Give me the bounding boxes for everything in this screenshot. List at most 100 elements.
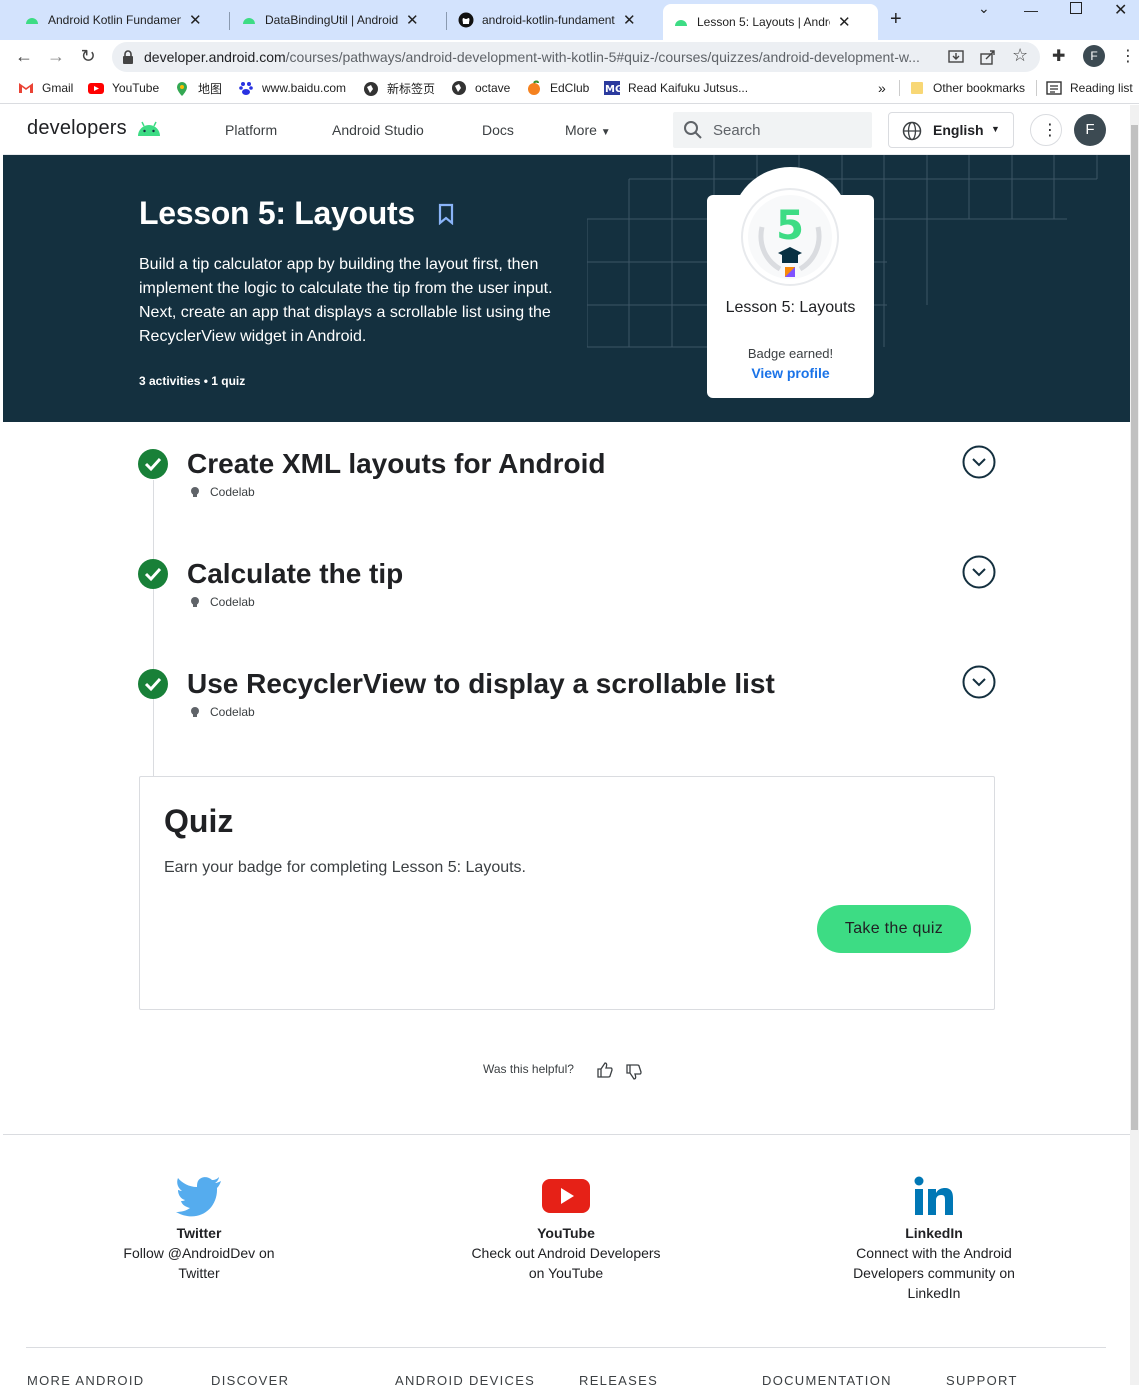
bookmark-label: Gmail xyxy=(42,81,74,95)
lesson-hero: Lesson 5: Layouts Build a tip calculator… xyxy=(3,155,1130,422)
new-tab-button[interactable]: + xyxy=(890,8,902,31)
bookmark-edclub[interactable]: EdClub xyxy=(526,80,589,96)
lock-icon xyxy=(123,50,133,64)
tab-lesson-5-layouts[interactable]: Lesson 5: Layouts | Android Developers ✕ xyxy=(663,4,878,40)
bookmark-label: 新标签页 xyxy=(387,82,436,96)
close-icon[interactable]: ✕ xyxy=(406,11,419,29)
minimize-button[interactable]: — xyxy=(1024,2,1038,24)
profile-avatar[interactable]: F xyxy=(1083,45,1105,67)
thumb-up-icon[interactable] xyxy=(596,1061,614,1079)
browser-menu-icon[interactable]: ⋮ xyxy=(1120,46,1136,66)
folder-icon xyxy=(911,82,923,94)
search-input[interactable]: Search xyxy=(673,112,872,148)
check-circle-icon xyxy=(138,559,168,589)
twitter-icon xyxy=(176,1177,221,1217)
social-name: Twitter xyxy=(176,1225,222,1241)
reading-list[interactable]: Reading list xyxy=(1046,80,1133,96)
expand-icon[interactable] xyxy=(962,445,996,479)
nav-platform[interactable]: Platform xyxy=(225,122,277,138)
lesson-badge: 5 xyxy=(741,188,839,286)
social-twitter[interactable]: Twitter Follow @AndroidDev on Twitter xyxy=(99,1175,299,1283)
bookmark-youtube[interactable]: YouTube xyxy=(88,80,159,96)
bookmark-maps[interactable]: 地图 xyxy=(174,80,222,97)
activity-type-label: Codelab xyxy=(210,595,255,609)
toolbar: ← → ↻ developer.android.com/courses/path… xyxy=(0,40,1139,72)
lesson-description: Build a tip calculator app by building t… xyxy=(139,256,553,345)
view-profile-link[interactable]: View profile xyxy=(707,365,874,381)
other-bookmarks[interactable]: Other bookmarks xyxy=(909,80,1025,96)
bookmark-label: 地图 xyxy=(198,82,223,96)
site-menu-button[interactable]: ⋮ xyxy=(1030,114,1062,146)
back-button[interactable]: ← xyxy=(12,44,36,68)
android-icon xyxy=(675,20,687,26)
page-scrollbar[interactable] xyxy=(1130,105,1139,1385)
tab-title: Lesson 5: Layouts | Android Developers xyxy=(697,15,830,29)
manga-icon: MG xyxy=(604,81,620,95)
url-text: developer.android.com/courses/pathways/a… xyxy=(144,49,944,65)
quiz-heading: Quiz xyxy=(164,803,234,839)
expand-icon[interactable] xyxy=(962,665,996,699)
url-host: developer.android.com xyxy=(144,49,286,65)
activity-type-label: Codelab xyxy=(210,705,255,719)
nav-more[interactable]: More ▼ xyxy=(565,122,611,138)
bookmark-label: Read Kaifuku Jutsus... xyxy=(628,81,749,95)
developers-logo[interactable]: developers xyxy=(27,117,160,140)
tab-android-kotlin[interactable]: Android Kotlin Fundamentals ✕ xyxy=(14,6,226,34)
lesson-meta: 3 activities • 1 quiz xyxy=(139,374,246,388)
activity-title[interactable]: Calculate the tip xyxy=(187,558,403,590)
search-placeholder: Search xyxy=(713,122,761,139)
tab-databindingutil[interactable]: DataBindingUtil | Android Developers ✕ xyxy=(231,6,443,34)
activity-item[interactable]: Use RecyclerView to display a scrollable… xyxy=(138,665,998,739)
tab-github[interactable]: android-kotlin-fundamentals ✕ xyxy=(448,6,660,34)
quiz-card: Quiz Earn your badge for completing Less… xyxy=(139,776,995,1010)
address-bar[interactable]: developer.android.com/courses/pathways/a… xyxy=(112,42,1040,72)
bookmark-octave[interactable]: octave xyxy=(451,80,510,96)
badge-card: 5 Lesson 5: Layouts Badge earned! View p… xyxy=(707,188,874,398)
take-quiz-button[interactable]: Take the quiz xyxy=(817,905,971,953)
forward-button[interactable]: → xyxy=(44,44,68,68)
install-icon[interactable] xyxy=(948,49,964,65)
close-icon[interactable]: ✕ xyxy=(838,13,851,31)
tab-search-icon[interactable]: ⌄ xyxy=(978,0,990,22)
github-icon xyxy=(458,12,474,28)
android-icon xyxy=(26,18,38,24)
scrollbar-thumb[interactable] xyxy=(1131,125,1138,1130)
extensions-icon[interactable]: ✚ xyxy=(1052,46,1065,66)
thumb-down-icon[interactable] xyxy=(625,1063,643,1081)
reload-button[interactable]: ↻ xyxy=(76,44,100,68)
lesson-title-text: Lesson 5: Layouts xyxy=(139,195,415,231)
close-icon[interactable]: ✕ xyxy=(189,11,202,29)
nav-android-studio[interactable]: Android Studio xyxy=(332,122,424,138)
user-avatar[interactable]: F xyxy=(1074,114,1106,146)
lightbulb-icon xyxy=(191,487,199,497)
tab-divider xyxy=(229,12,230,30)
activity-title[interactable]: Use RecyclerView to display a scrollable… xyxy=(187,668,775,700)
feedback-label: Was this helpful? xyxy=(483,1062,574,1076)
share-icon[interactable] xyxy=(980,49,996,65)
star-icon[interactable]: ☆ xyxy=(1012,45,1028,66)
nav-docs[interactable]: Docs xyxy=(482,122,514,138)
bookmark-icon[interactable] xyxy=(437,203,455,226)
bookmark-baidu[interactable]: www.baidu.com xyxy=(238,80,346,96)
bookmark-new-tab[interactable]: 新标签页 xyxy=(363,80,435,97)
activity-item[interactable]: Create XML layouts for Android Codelab xyxy=(138,445,998,519)
maximize-button[interactable] xyxy=(1070,2,1082,14)
bookmark-kaifuku[interactable]: MG Read Kaifuku Jutsus... xyxy=(604,80,748,96)
window-close-button[interactable]: ✕ xyxy=(1114,0,1127,22)
badge-number: 5 xyxy=(776,203,804,249)
social-line: Developers community on xyxy=(853,1265,1015,1281)
youtube-icon xyxy=(88,83,104,94)
bookmark-gmail[interactable]: Gmail xyxy=(18,80,73,96)
expand-icon[interactable] xyxy=(962,555,996,589)
social-youtube[interactable]: YouTube Check out Android Developers on … xyxy=(466,1175,666,1283)
bookmarks-overflow[interactable]: » xyxy=(878,80,886,96)
activity-title[interactable]: Create XML layouts for Android xyxy=(187,448,606,480)
social-linkedin[interactable]: LinkedIn Connect with the Android Develo… xyxy=(834,1175,1034,1303)
close-icon[interactable]: ✕ xyxy=(623,11,636,29)
edclub-icon xyxy=(528,80,540,95)
url-path: /courses/pathways/android-development-wi… xyxy=(285,49,920,65)
feedback-row: Was this helpful? xyxy=(483,1062,642,1080)
language-selector[interactable]: English ▼ xyxy=(888,112,1014,148)
badge-name: Lesson 5: Layouts xyxy=(725,299,856,316)
activity-item[interactable]: Calculate the tip Codelab xyxy=(138,555,998,629)
